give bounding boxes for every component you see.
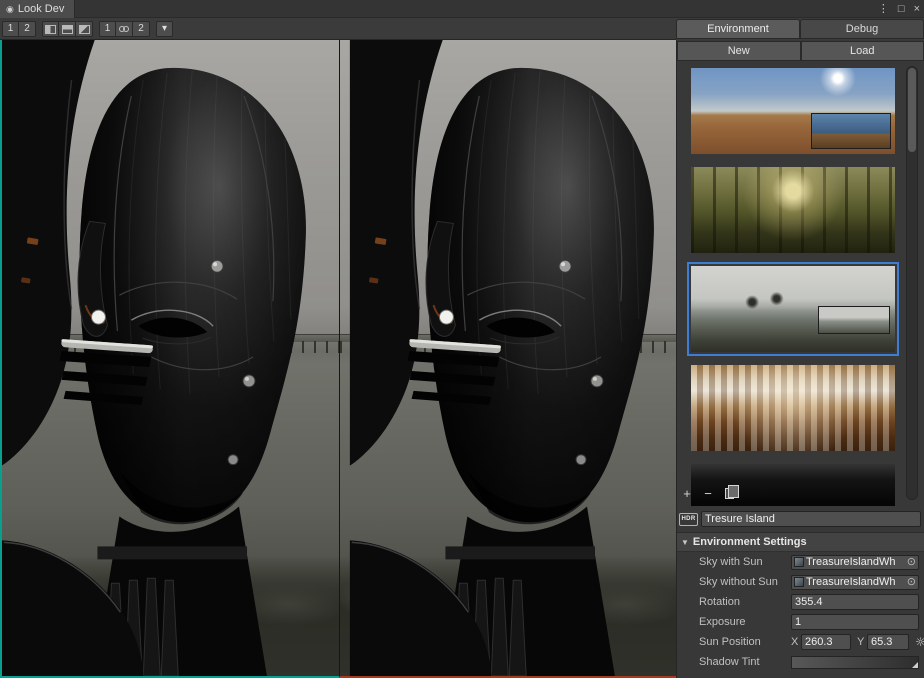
robot-head-render (2, 40, 339, 676)
sun-position-label: Sun Position (699, 636, 791, 648)
window-close-icon[interactable]: × (914, 4, 920, 15)
view2-button[interactable]: 2 (19, 21, 36, 37)
side-by-side-view-button[interactable] (42, 21, 59, 37)
sun-icon: ☼ (915, 636, 924, 648)
chevron-down-icon: ▾ (162, 24, 167, 34)
toolbar-row: 1 2 1 2 ▾ Environment Debug (0, 18, 924, 40)
window-controls: ⋮ □ × (878, 0, 920, 18)
sky-with-sun-label: Sky with Sun (699, 556, 791, 568)
env2-button[interactable]: 2 (133, 21, 150, 37)
lookdev-eye-icon: ◉ (6, 5, 14, 14)
tab-debug[interactable]: Debug (800, 19, 924, 39)
environment-actions: New Load (677, 40, 924, 62)
lookdev-window: ◉ Look Dev ⋮ □ × 1 2 1 2 ▾ (0, 0, 924, 678)
object-picker-icon[interactable]: ⊙ (907, 557, 916, 568)
sky-with-sun-row: Sky with Sun TreasureIslandWh ⊙ (677, 552, 924, 572)
split-view-button[interactable] (59, 21, 76, 37)
render-view-2[interactable] (340, 40, 677, 678)
treasure-island-hdri-image (691, 266, 895, 352)
sun-position-row: Sun Position X Y ☼ (677, 632, 924, 652)
hdri-thumbnail-treasure-island[interactable] (691, 266, 895, 352)
rotation-row: Rotation (677, 592, 924, 612)
window-menu-icon[interactable]: ⋮ (878, 4, 889, 15)
title-bar: ◉ Look Dev ⋮ □ × (0, 0, 924, 18)
load-environment-button[interactable]: Load (801, 41, 924, 61)
forest-hdri-image (691, 167, 895, 253)
link-environments-button[interactable] (116, 21, 133, 37)
environment-settings-title: Environment Settings (693, 536, 807, 548)
sky-without-sun-object-field[interactable]: TreasureIslandWh ⊙ (791, 575, 919, 590)
environment-panel: New Load + − HDR ▼ Environment Settings (676, 40, 924, 678)
environment-settings-foldout[interactable]: ▼ Environment Settings (677, 532, 924, 552)
shadow-tint-color-field[interactable] (791, 656, 919, 669)
desert-hdri-image (691, 68, 895, 154)
remove-hdri-button[interactable]: − (700, 486, 716, 501)
object-picker-icon[interactable]: ⊙ (907, 577, 916, 588)
lookdev-viewport (0, 40, 676, 678)
shadow-tint-row: Shadow Tint (677, 652, 924, 672)
sun-y-label: Y (857, 636, 867, 648)
tab-environment[interactable]: Environment (676, 19, 800, 39)
foldout-triangle-icon: ▼ (681, 538, 689, 547)
hdri-thumbnail-forest[interactable] (691, 167, 895, 253)
link-icon (119, 26, 129, 32)
sun-x-input[interactable] (801, 634, 851, 650)
hdri-name-input[interactable] (701, 511, 921, 527)
rotation-label: Rotation (699, 596, 791, 608)
render-view-1[interactable] (0, 40, 340, 678)
window-title: Look Dev (18, 3, 64, 15)
horizontal-split-icon (62, 25, 73, 34)
hdri-thumbnail-church[interactable] (691, 365, 895, 451)
new-environment-button[interactable]: New (677, 41, 801, 61)
sun-y-input[interactable] (867, 634, 909, 650)
sun-position-picker-button[interactable]: ☼ (912, 634, 924, 650)
camera-menu-button[interactable]: ▾ (156, 21, 173, 37)
duplicate-hdri-button[interactable] (721, 486, 737, 501)
sky-without-sun-label: Sky without Sun (699, 576, 791, 588)
exposure-input[interactable] (791, 614, 919, 630)
texture-mini-icon (794, 577, 804, 587)
hdri-list-scrollbar[interactable] (906, 66, 918, 500)
sky-without-sun-value: TreasureIslandWh (806, 576, 905, 588)
scrollbar-thumb[interactable] (908, 68, 916, 152)
window-tab-lookdev[interactable]: ◉ Look Dev (0, 0, 75, 18)
lookdev-toolbar: 1 2 1 2 ▾ (2, 18, 173, 40)
window-maximize-icon[interactable]: □ (898, 4, 905, 15)
rotation-input[interactable] (791, 594, 919, 610)
shadow-tint-label: Shadow Tint (699, 656, 791, 668)
robot-head-render (340, 40, 677, 676)
hdri-library-list: + − (677, 62, 924, 506)
hdri-thumbnail-desert[interactable] (691, 68, 895, 154)
sky-without-sun-row: Sky without Sun TreasureIslandWh ⊙ (677, 572, 924, 592)
sun-x-label: X (791, 636, 801, 648)
sky-with-sun-value: TreasureIslandWh (806, 556, 905, 568)
church-hdri-image (691, 365, 895, 451)
duplicate-icon (725, 488, 734, 499)
panel-tabs: Environment Debug (676, 18, 924, 40)
add-hdri-button[interactable]: + (679, 486, 695, 501)
hdri-name-row: HDR (677, 506, 924, 532)
view1-button[interactable]: 1 (2, 21, 19, 37)
env1-button[interactable]: 1 (99, 21, 116, 37)
hdri-list-controls: + − (679, 486, 737, 501)
exposure-row: Exposure (677, 612, 924, 632)
diagonal-split-icon (79, 25, 90, 34)
hdr-badge: HDR (679, 513, 698, 526)
side-by-side-icon (45, 25, 56, 34)
texture-mini-icon (794, 557, 804, 567)
sky-with-sun-object-field[interactable]: TreasureIslandWh ⊙ (791, 555, 919, 570)
zone-view-button[interactable] (76, 21, 93, 37)
exposure-label: Exposure (699, 616, 791, 628)
